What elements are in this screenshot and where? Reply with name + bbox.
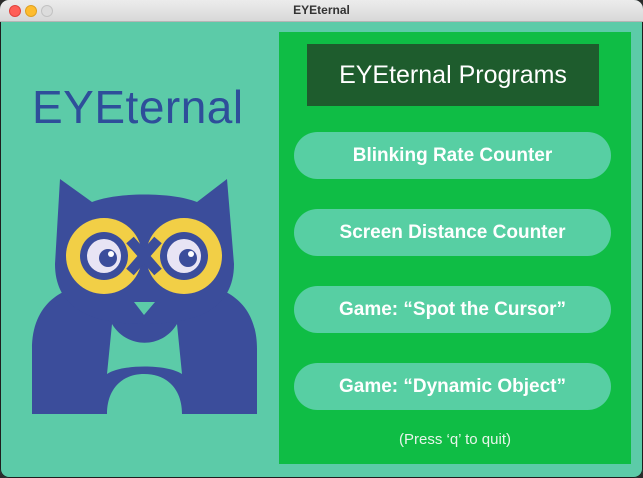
brand-logo-text: EYEternal [32, 81, 244, 133]
panel-title: EYEternal Programs [307, 44, 599, 106]
window-title: EYEternal [293, 3, 350, 17]
blinking-rate-counter-button[interactable]: Blinking Rate Counter [294, 132, 611, 179]
dynamic-object-game-button[interactable]: Game: “Dynamic Object” [294, 363, 611, 410]
programs-panel: EYEternal Programs Blinking Rate Counter… [279, 32, 631, 464]
quit-hint: (Press ‘q’ to quit) [399, 431, 511, 448]
spot-the-cursor-game-button[interactable]: Game: “Spot the Cursor” [294, 286, 611, 333]
main-content: EYEternal EYEternal Programs Blinking Ra… [4, 22, 639, 474]
app-window: EYEternal EYEternal EYEternal Programs B… [0, 0, 643, 478]
owl-logo-icon [32, 179, 257, 414]
screen-distance-counter-button[interactable]: Screen Distance Counter [294, 209, 611, 256]
title-bar[interactable]: EYEternal [0, 0, 643, 22]
